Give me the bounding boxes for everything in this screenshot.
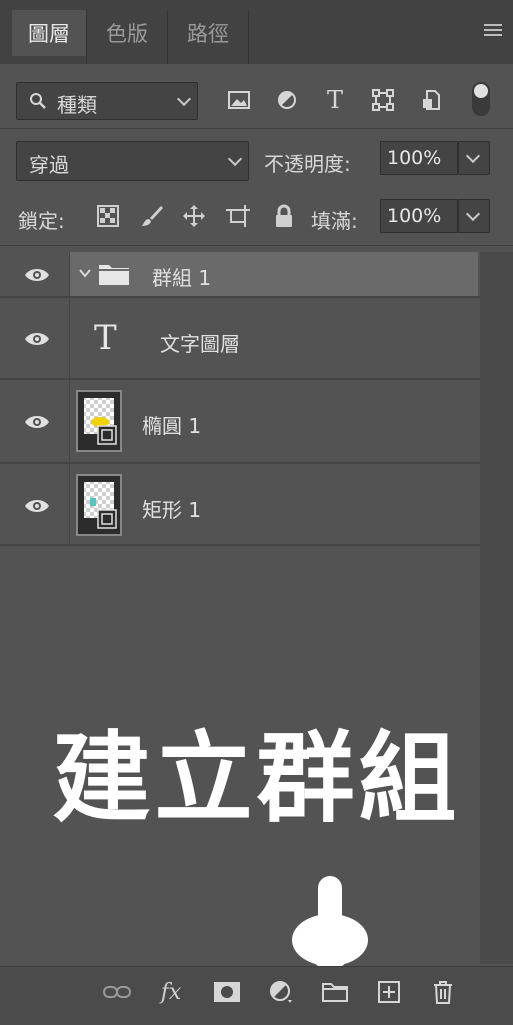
tab-channels[interactable]: 色版 [87,10,167,56]
layer-selection-highlight [70,252,478,296]
divider [0,128,513,129]
layer-row-rectangle[interactable]: 矩形 1 [0,464,480,546]
lock-transparent-pixels-icon[interactable] [95,203,121,229]
chevron-down-icon [465,148,481,164]
tab-paths[interactable]: 路徑 [168,10,248,56]
layers-scroll-area[interactable] [480,252,513,964]
eye-icon[interactable] [24,331,50,347]
fill-input[interactable]: 100% [380,199,458,233]
divider [69,464,70,544]
chevron-down-icon [176,91,192,107]
image-filter-icon[interactable] [225,86,253,114]
layer-name[interactable]: 橢圓 1 [142,410,201,439]
divider [0,245,513,246]
panel-menu-icon[interactable] [484,24,502,38]
opacity-dropdown-button[interactable] [458,141,490,175]
lock-image-pixels-icon[interactable] [139,203,165,229]
layer-row-ellipse[interactable]: 橢圓 1 [0,380,480,464]
new-layer-icon[interactable] [374,977,404,1007]
lock-position-icon[interactable] [181,203,207,229]
layer-style-fx-button[interactable]: fx [156,977,186,1007]
tab-divider [248,10,249,64]
layer-row-group[interactable]: 群組 1 [0,252,480,298]
folder-icon [99,265,129,285]
eye-icon[interactable] [24,498,50,514]
divider [69,298,70,378]
eye-icon[interactable] [24,267,50,283]
lock-label: 鎖定: [18,209,65,233]
new-group-folder-icon[interactable] [320,977,350,1007]
add-mask-icon[interactable] [212,977,242,1007]
chevron-down-icon[interactable] [78,266,92,280]
fill-label: 填滿: [311,209,358,233]
filter-toggle-switch[interactable] [472,82,490,116]
text-layer-icon: T [94,318,117,358]
smart-object-filter-icon[interactable] [418,86,446,114]
divider [69,252,70,296]
layer-name[interactable]: 文字圖層 [160,328,240,357]
divider [69,380,70,462]
lock-all-icon[interactable] [271,203,297,229]
blend-mode-dropdown[interactable]: 穿過 [16,141,249,181]
filter-kind-label: 種類 [57,93,97,117]
layer-name[interactable]: 群組 1 [152,262,211,291]
adjustment-layer-icon[interactable] [266,977,296,1007]
opacity-input[interactable]: 100% [380,141,458,175]
layer-thumbnail [76,390,122,452]
type-filter-icon[interactable]: T [321,86,349,114]
adjustment-filter-icon[interactable] [273,86,301,114]
eye-icon[interactable] [24,414,50,430]
layer-thumbnail [76,474,122,536]
pointing-hand-icon [292,876,368,969]
delete-layer-icon[interactable] [428,977,458,1007]
tab-layers[interactable]: 圖層 [12,10,86,56]
filter-kind-dropdown[interactable]: 種類 [16,82,198,120]
lock-artboard-icon[interactable] [225,203,251,229]
chevron-down-icon [465,206,481,222]
blend-mode-value: 穿過 [29,153,69,177]
search-icon [30,93,46,109]
shape-filter-icon[interactable] [369,86,397,114]
fill-dropdown-button[interactable] [458,199,490,233]
chevron-down-icon [227,151,243,167]
opacity-label: 不透明度: [264,152,351,176]
layer-name[interactable]: 矩形 1 [142,494,201,523]
annotation-text: 建立群組 [52,722,461,836]
link-layers-icon[interactable] [102,977,132,1007]
layer-row-text[interactable]: T 文字圖層 [0,298,480,380]
